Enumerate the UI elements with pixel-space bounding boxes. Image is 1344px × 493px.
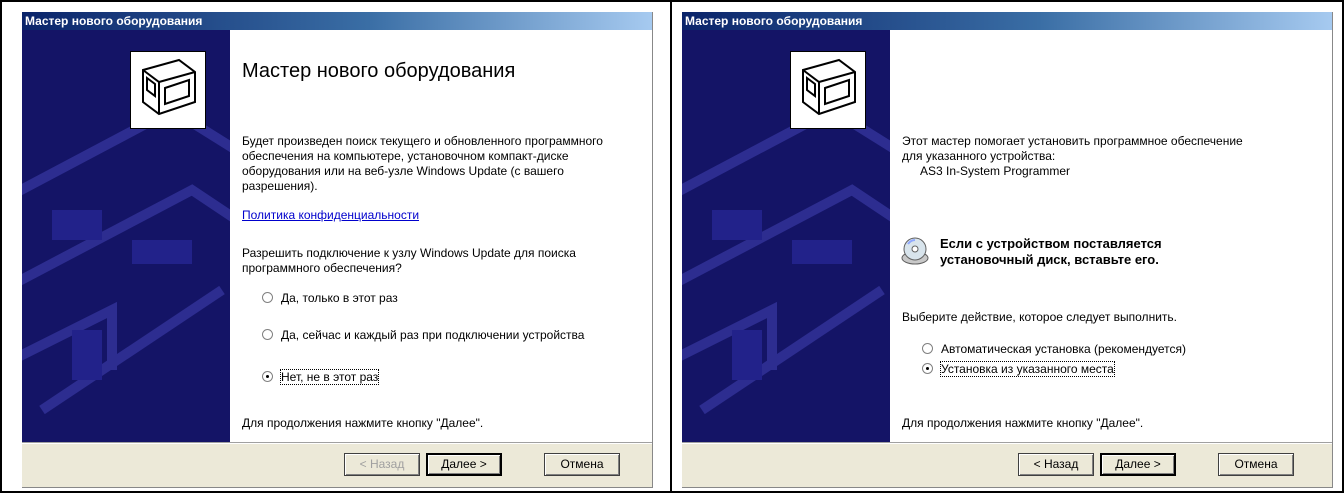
wizard-content: Этот мастер помогает установить программ… [890, 30, 1332, 442]
radio-button[interactable] [922, 343, 933, 354]
radio-option-manual[interactable]: Установка из указанного места [922, 361, 1115, 377]
radio-label: Нет, не в этот раз [279, 369, 380, 385]
window-title: Мастер нового оборудования [22, 12, 652, 30]
privacy-policy-link[interactable]: Политика конфиденциальности [242, 208, 419, 222]
footer-text: Для продолжения нажмите кнопку "Далее". [902, 416, 1144, 430]
hardware-wizard-dialog-right: Мастер нового оборудования Этот мастер п… [682, 12, 1333, 488]
next-button[interactable]: Далее > [1100, 453, 1176, 476]
cd-disc-icon [900, 236, 930, 266]
wizard-banner [22, 30, 230, 442]
prompt-text: Выберите действие, которое следует выпол… [902, 310, 1177, 324]
radio-button-selected[interactable] [922, 363, 933, 374]
device-name: AS3 In-System Programmer [920, 164, 1071, 178]
radio-option-never[interactable]: Нет, не в этот раз [262, 369, 380, 385]
cancel-button[interactable]: Отмена [544, 453, 620, 476]
wizard-content: Мастер нового оборудования Будет произве… [230, 30, 652, 442]
back-button[interactable]: < Назад [1018, 453, 1094, 476]
divider-highlight [682, 443, 1332, 444]
radio-label: Да, только в этот раз [281, 291, 398, 305]
page-title: Мастер нового оборудования [242, 60, 516, 82]
radio-option-once[interactable]: Да, только в этот раз [262, 291, 398, 305]
intro-text: Будет произведен поиск текущего и обновл… [242, 134, 603, 193]
hardware-board-icon [790, 51, 866, 129]
radio-button[interactable] [262, 292, 273, 303]
footer-text: Для продолжения нажмите кнопку "Далее". [242, 416, 484, 430]
radio-button-selected[interactable] [262, 371, 273, 382]
radio-label: Да, сейчас и каждый раз при подключении … [281, 328, 585, 342]
right-panel: Мастер нового оборудования Этот мастер п… [672, 0, 1344, 493]
radio-option-always[interactable]: Да, сейчас и каждый раз при подключении … [262, 328, 602, 343]
hardware-board-icon [130, 51, 206, 129]
radio-label: Автоматическая установка (рекомендуется) [941, 342, 1187, 356]
disc-notice: Если с устройством поставляется установо… [940, 236, 1162, 267]
question-text: Разрешить подключение к узлу Windows Upd… [242, 246, 576, 275]
next-button[interactable]: Далее > [426, 453, 502, 476]
wizard-banner [682, 30, 890, 442]
radio-button[interactable] [262, 329, 273, 340]
back-button[interactable]: < Назад [344, 453, 420, 476]
divider-highlight [22, 443, 652, 444]
cancel-button[interactable]: Отмена [1218, 453, 1294, 476]
hardware-wizard-dialog-left: Мастер нового оборудования Мастер нового… [22, 12, 653, 488]
left-panel: Мастер нового оборудования Мастер нового… [0, 0, 672, 493]
radio-option-automatic[interactable]: Автоматическая установка (рекомендуется) [922, 342, 1186, 356]
intro-text: Этот мастер помогает установить программ… [902, 134, 1243, 163]
radio-label: Установка из указанного места [940, 361, 1115, 377]
window-title: Мастер нового оборудования [682, 12, 1332, 30]
